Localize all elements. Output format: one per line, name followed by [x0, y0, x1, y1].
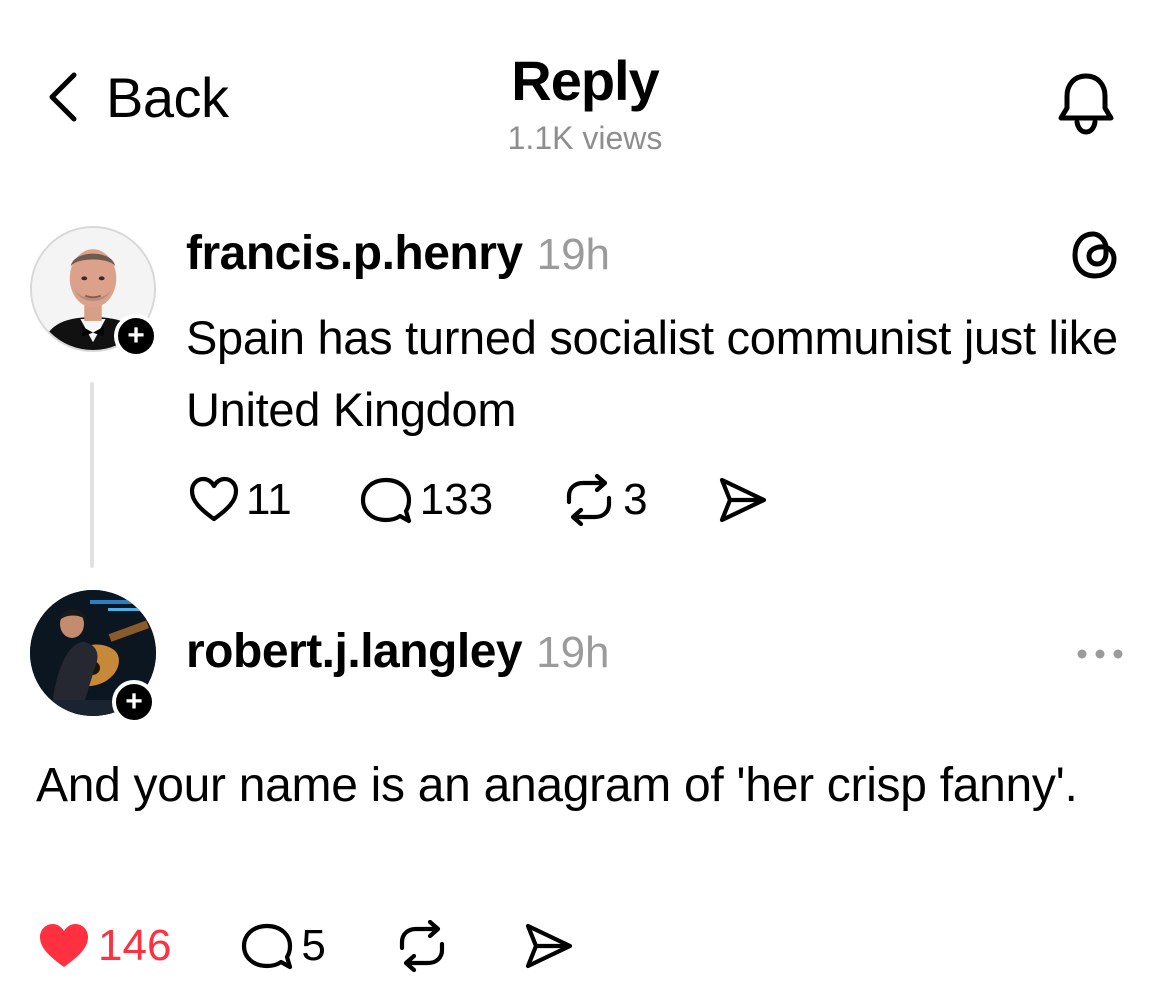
more-horizontal-icon[interactable]: [1074, 636, 1126, 672]
heart-icon: [40, 924, 88, 967]
reply-button[interactable]: 133: [358, 474, 493, 526]
post-header: robert.j.langley 19h: [186, 624, 610, 679]
share-button[interactable]: [520, 920, 576, 972]
reply-count: 5: [301, 921, 326, 970]
bell-icon[interactable]: [1052, 68, 1120, 136]
like-button[interactable]: 11: [188, 474, 292, 526]
repost-button[interactable]: [394, 920, 450, 972]
send-icon: [719, 477, 766, 523]
comment-icon: [242, 923, 293, 970]
page-title: Reply: [511, 49, 660, 112]
view-count: 1.1K views: [507, 120, 663, 156]
reply-count: 133: [419, 475, 494, 524]
follow-button[interactable]: +: [114, 314, 158, 358]
like-button[interactable]: 146: [36, 920, 171, 972]
threads-logo-icon: [1072, 231, 1117, 279]
timestamp: 19h: [536, 628, 610, 677]
username[interactable]: robert.j.langley: [186, 624, 523, 679]
send-icon: [525, 923, 573, 969]
post-actions: 11 133 3: [188, 474, 770, 526]
comment-icon: [360, 477, 411, 524]
repost-icon: [567, 474, 612, 526]
timestamp: 19h: [536, 230, 611, 279]
reply-button[interactable]: 5: [239, 920, 326, 972]
repost-icon: [399, 920, 445, 972]
post-text: Spain has turned socialist communist jus…: [186, 311, 1118, 436]
username[interactable]: francis.p.henry: [186, 226, 523, 281]
share-button[interactable]: [714, 474, 770, 526]
header-title-group: Reply 1.1K views: [0, 48, 1170, 160]
reply-thread-screen: Back Reply 1.1K views + francis.p.henry …: [0, 0, 1170, 984]
repost-count: 3: [623, 475, 648, 524]
post-actions: 146 5: [36, 920, 576, 972]
post-text: And your name is an anagram of 'her cris…: [36, 759, 1078, 812]
heart-icon: [189, 476, 239, 522]
repost-button[interactable]: 3: [561, 474, 648, 526]
follow-button[interactable]: +: [112, 680, 156, 724]
post-header: francis.p.henry 19h: [186, 226, 610, 281]
like-count: 146: [98, 921, 172, 970]
thread-line: [90, 382, 94, 568]
like-count: 11: [246, 475, 292, 524]
